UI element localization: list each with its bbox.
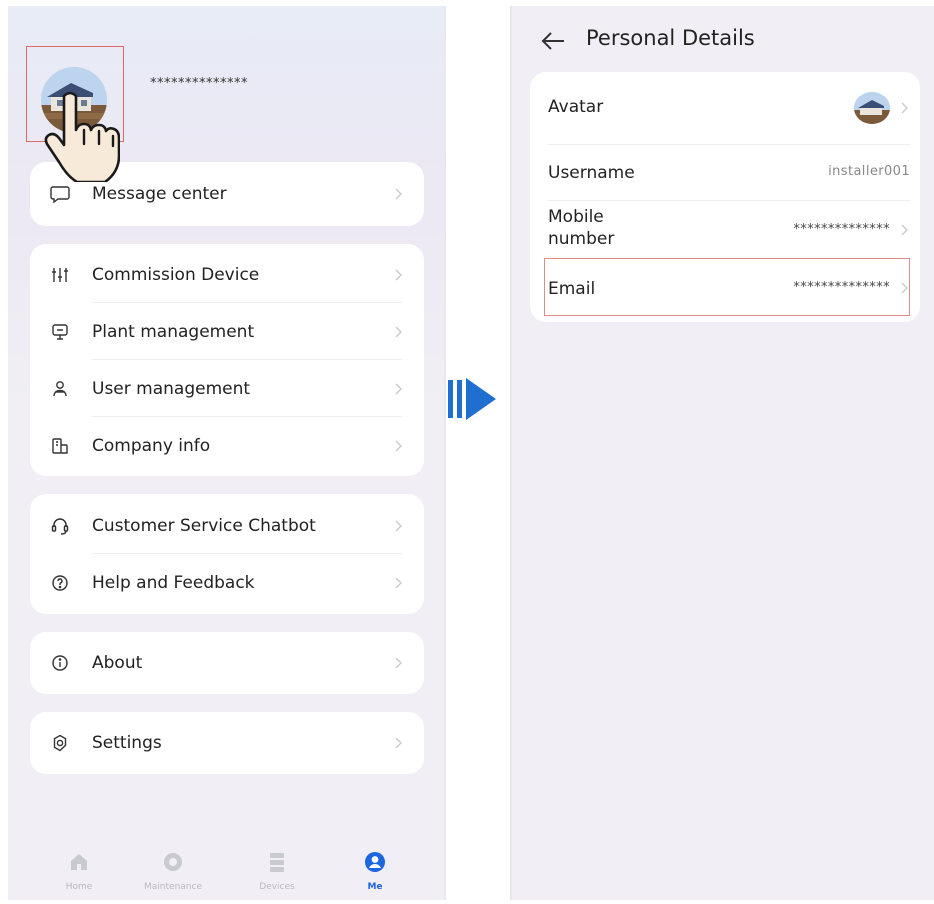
chevron-right-icon <box>395 269 402 280</box>
menu-item-label: Company info <box>92 435 211 456</box>
detail-label: Username <box>548 163 635 183</box>
page-title: Personal Details <box>586 26 755 50</box>
menu-item-about[interactable]: About <box>30 632 424 694</box>
detail-row-avatar[interactable]: Avatar <box>530 72 920 144</box>
bottom-tab-bar: Home Maintenance Devices Me <box>8 844 444 900</box>
menu-item-label: About <box>92 653 143 673</box>
tab-me[interactable]: Me <box>340 850 410 892</box>
detail-row-username: Username installer001 <box>530 144 920 200</box>
menu-item-label: Plant management <box>92 321 255 342</box>
masked-username: ************** <box>150 76 248 91</box>
chevron-right-icon <box>395 440 402 451</box>
detail-row-mobile-number[interactable]: Mobile number ************** <box>530 200 920 258</box>
tab-label: Home <box>65 882 93 892</box>
chevron-right-icon <box>395 188 402 200</box>
back-arrow-icon[interactable] <box>540 30 566 52</box>
tab-maintenance[interactable]: Maintenance <box>138 850 208 892</box>
building-icon <box>50 436 70 456</box>
username-value: installer001 <box>828 164 910 179</box>
info-icon <box>50 653 70 673</box>
about-card: About <box>30 632 424 694</box>
menu-item-plant-management[interactable]: Plant management <box>30 303 424 360</box>
email-highlight-box <box>544 258 910 316</box>
tab-label: Me <box>367 882 383 892</box>
flow-arrow-icon <box>448 378 496 420</box>
chevron-right-icon <box>395 577 402 588</box>
avatar <box>854 92 890 124</box>
mobile-number-value: ************** <box>793 222 890 237</box>
monitor-icon <box>50 322 70 342</box>
pointing-hand-icon <box>44 91 120 182</box>
personal-details-screen: Personal Details Avatar Username install… <box>510 6 934 900</box>
chevron-right-icon <box>395 520 402 531</box>
menu-item-label: Commission Device <box>92 264 260 285</box>
chevron-right-icon <box>901 224 908 236</box>
sliders-icon <box>50 265 70 285</box>
settings-card: Settings <box>30 712 424 774</box>
gear-icon <box>50 733 70 753</box>
menu-item-customer-service-chatbot[interactable]: Customer Service Chatbot <box>30 497 424 554</box>
users-icon <box>50 379 70 399</box>
chevron-right-icon <box>395 657 402 669</box>
menu-item-label: Help and Feedback <box>92 572 255 593</box>
menu-item-company-info[interactable]: Company info <box>30 417 424 474</box>
chevron-right-icon <box>395 383 402 394</box>
menu-item-label: Customer Service Chatbot <box>92 515 316 536</box>
menu-item-label: User management <box>92 378 251 399</box>
me-screen: ************** Message center Commission… <box>8 6 446 900</box>
tab-label: Maintenance <box>144 882 202 892</box>
menu-item-user-management[interactable]: User management <box>30 360 424 417</box>
menu-item-help-and-feedback[interactable]: Help and Feedback <box>30 554 424 611</box>
tab-devices[interactable]: Devices <box>242 850 312 892</box>
menu-item-label: Settings <box>92 733 162 753</box>
chevron-right-icon <box>901 102 908 114</box>
support-card: Customer Service Chatbot Help and Feedba… <box>30 494 424 614</box>
headset-icon <box>50 516 70 536</box>
menu-item-commission-device[interactable]: Commission Device <box>30 246 424 303</box>
device-management-card: Commission Device Plant management User … <box>30 244 424 476</box>
me-icon <box>365 852 385 872</box>
chevron-right-icon <box>395 737 402 749</box>
message-icon <box>50 184 70 204</box>
maintenance-icon <box>164 853 182 871</box>
devices-icon <box>270 853 284 872</box>
menu-item-settings[interactable]: Settings <box>30 712 424 774</box>
help-icon <box>50 573 70 593</box>
menu-item-label: Message center <box>92 184 227 204</box>
detail-label: Avatar <box>548 97 604 117</box>
detail-label: Mobile number <box>548 207 615 249</box>
tab-home[interactable]: Home <box>44 850 114 892</box>
tab-label: Devices <box>259 882 295 892</box>
home-icon <box>71 854 87 870</box>
chevron-right-icon <box>395 326 402 337</box>
